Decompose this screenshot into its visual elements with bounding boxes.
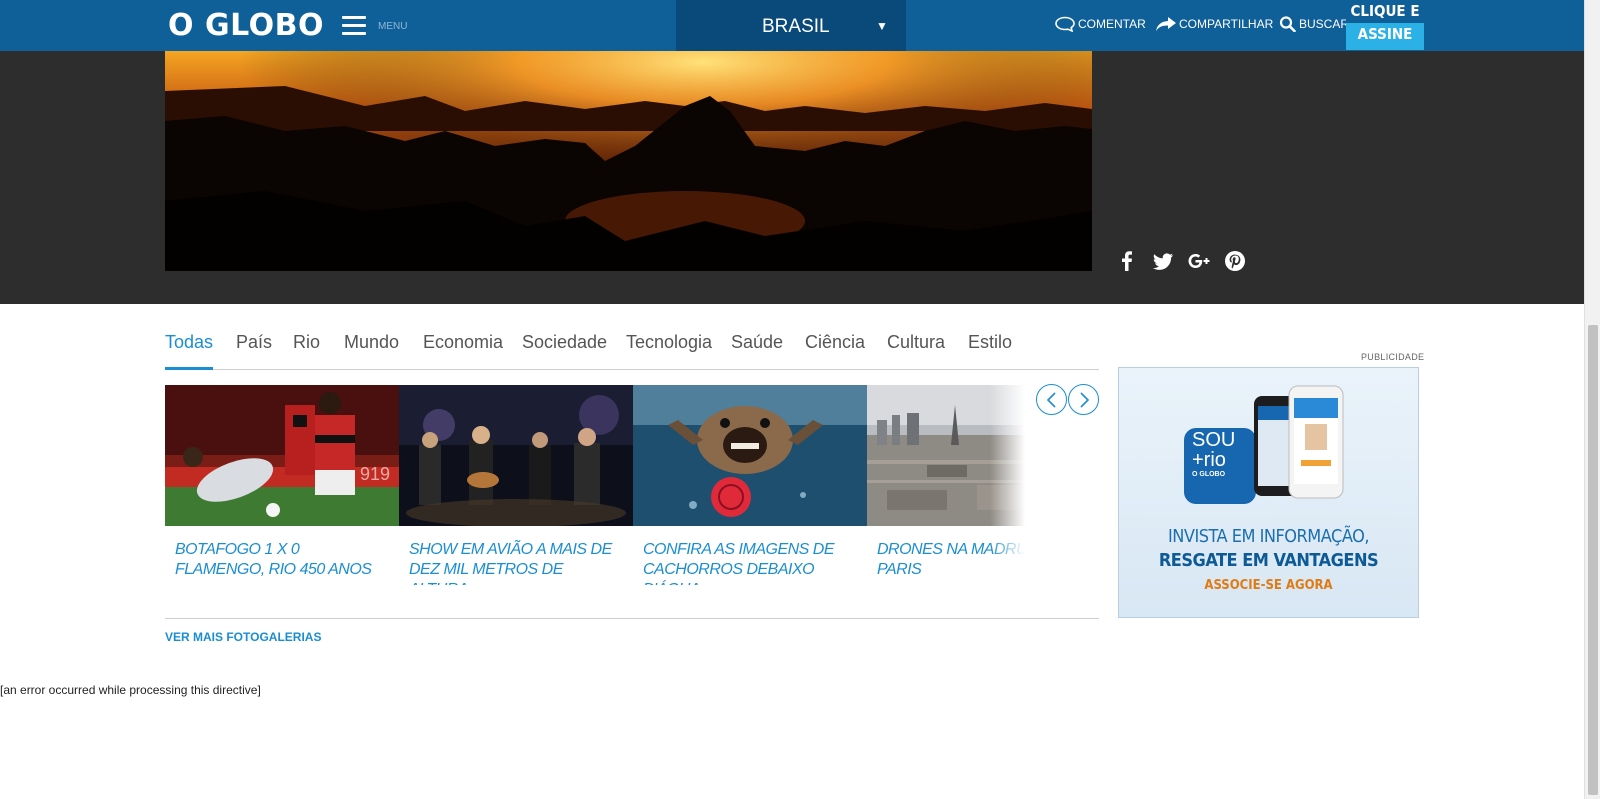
hamburger-icon: [342, 16, 366, 36]
subscribe-button[interactable]: CLIQUE E ASSINE: [1346, 0, 1424, 50]
tab-economia[interactable]: Economia: [423, 332, 503, 353]
social-share-bar: [1116, 250, 1246, 272]
svg-text:919: 919: [360, 464, 390, 484]
carousel-next-button[interactable]: [1068, 384, 1099, 415]
app-icon-text: SOU +rio O GLOBO: [1192, 430, 1252, 480]
share-label: COMPARTILHAR: [1179, 17, 1274, 31]
subscribe-line-1: CLIQUE E: [1346, 0, 1424, 23]
tab-pais[interactable]: País: [236, 332, 272, 353]
gallery-thumbnail-concert: [399, 385, 633, 526]
ad-cta: ASSOCIE-SE AGORA: [1204, 578, 1333, 593]
gallery-divider: [165, 618, 1099, 619]
menu-label: MENU: [378, 21, 408, 32]
app-name-line-2: +rio: [1192, 449, 1226, 471]
gallery-category-tabs: Todas País Rio Mundo Economia Sociedade …: [165, 330, 1099, 370]
gallery-thumbnail-underwater-dog: [633, 385, 867, 526]
hero-image-rio-sunset[interactable]: [165, 51, 1092, 271]
gallery-card[interactable]: SHOW EM AVIÃO A MAIS DE DEZ MIL METROS D…: [399, 385, 633, 585]
search-button[interactable]: BUSCAR: [1279, 16, 1349, 32]
scrollbar-thumb[interactable]: [1588, 325, 1598, 795]
more-galleries-link[interactable]: VER MAIS FOTOGALERIAS: [165, 630, 321, 644]
twitter-icon[interactable]: [1152, 250, 1174, 272]
gallery-caption: CONFIRA AS IMAGENS DE CACHORROS DEBAIXO …: [643, 541, 835, 585]
tab-todas[interactable]: Todas: [165, 332, 213, 353]
menu-button[interactable]: MENU: [342, 14, 412, 40]
vertical-scrollbar[interactable]: [1584, 0, 1600, 799]
gallery-card[interactable]: 919 BOTAFOGO 1 X 0 FLAMENGO, RIO 450 ANO…: [165, 385, 399, 580]
section-label: BRASIL: [762, 16, 830, 37]
sunset-landscape-image: [165, 51, 1092, 271]
ad-headline-1: INVISTA EM INFORMAÇÃO,: [1168, 526, 1369, 547]
pinterest-icon[interactable]: [1224, 250, 1246, 272]
app-promo-graphic: [1184, 385, 1344, 504]
speech-bubble-icon: [1055, 16, 1075, 32]
top-bar: O GLOBO MENU BRASIL ▼ COMENTAR COMPARTIL…: [0, 0, 1584, 51]
advertisement-banner[interactable]: SOU +rio O GLOBO INVISTA EM INFORMAÇÃO, …: [1118, 367, 1419, 618]
search-icon: [1279, 16, 1296, 32]
subscribe-line-2: ASSINE: [1357, 25, 1413, 43]
app-brand: O GLOBO: [1192, 471, 1226, 478]
facebook-icon[interactable]: [1116, 250, 1138, 272]
share-button[interactable]: COMPARTILHAR: [1155, 16, 1273, 32]
tab-ciencia[interactable]: Ciência: [805, 332, 865, 353]
tab-sociedade[interactable]: Sociedade: [522, 332, 607, 353]
carousel-fade-overlay: [990, 385, 1025, 585]
section-dropdown[interactable]: BRASIL ▼: [676, 0, 906, 51]
comment-label: COMENTAR: [1078, 17, 1146, 31]
chevron-right-icon: [1080, 392, 1090, 408]
tab-saude[interactable]: Saúde: [731, 332, 783, 353]
share-arrow-icon: [1156, 17, 1176, 31]
google-plus-icon[interactable]: [1188, 250, 1210, 272]
tab-tecnologia[interactable]: Tecnologia: [626, 332, 712, 353]
active-tab-indicator: [165, 367, 213, 370]
ad-headline-2: RESGATE EM VANTAGENS: [1158, 550, 1379, 571]
gallery-thumbnail-football: 919: [165, 385, 399, 526]
chevron-left-icon: [1046, 392, 1056, 408]
photo-gallery-carousel: 919 BOTAFOGO 1 X 0 FLAMENGO, RIO 450 ANO…: [165, 385, 1025, 585]
gallery-caption: SHOW EM AVIÃO A MAIS DE DEZ MIL METROS D…: [409, 541, 612, 585]
caret-down-icon: ▼: [876, 19, 888, 33]
site-logo[interactable]: O GLOBO: [168, 8, 324, 43]
tab-estilo[interactable]: Estilo: [968, 332, 1012, 353]
ad-label: PUBLICIDADE: [1361, 352, 1425, 362]
tab-cultura[interactable]: Cultura: [887, 332, 945, 353]
tab-mundo[interactable]: Mundo: [344, 332, 399, 353]
carousel-prev-button[interactable]: [1036, 384, 1067, 415]
app-name-line-1: SOU: [1192, 429, 1236, 451]
gallery-caption: BOTAFOGO 1 X 0 FLAMENGO, RIO 450 ANOS: [175, 541, 372, 578]
gallery-card[interactable]: CONFIRA AS IMAGENS DE CACHORROS DEBAIXO …: [633, 385, 867, 585]
server-error-message: [an error occurred while processing this…: [0, 683, 261, 697]
tab-rio[interactable]: Rio: [293, 332, 320, 353]
search-label: BUSCAR: [1299, 17, 1350, 31]
comment-button[interactable]: COMENTAR: [1054, 16, 1146, 32]
